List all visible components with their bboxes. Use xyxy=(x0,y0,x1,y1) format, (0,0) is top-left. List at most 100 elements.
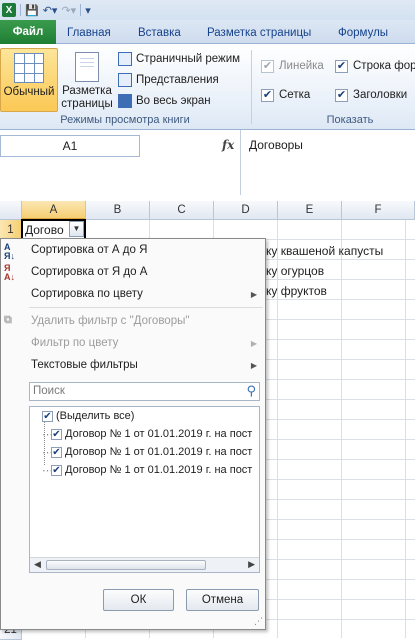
row-header[interactable]: 1 xyxy=(0,220,22,240)
custom-views-button[interactable]: Представления xyxy=(118,71,219,89)
filter-value-item[interactable]: ⋯ ✔ Договор № 1 от 01.01.2019 г. на пост xyxy=(42,444,252,460)
clear-filter-icon: ⧉ xyxy=(4,314,12,326)
filter-search-input[interactable]: Поиск ⚲ xyxy=(29,382,260,401)
redo-icon[interactable]: ↷▾ xyxy=(61,4,76,17)
tree-branch: ⋯ xyxy=(42,428,53,441)
filter-value-item[interactable]: ⋯ ✔ Договор № 1 от 01.01.2019 г. на пост xyxy=(42,426,252,442)
custom-views-icon xyxy=(118,73,132,87)
filter-dropdown-button[interactable]: ▼ xyxy=(69,221,84,237)
select-all-corner[interactable] xyxy=(0,201,22,220)
value-check-icon: ✔ xyxy=(51,464,62,476)
formula-separator xyxy=(240,130,241,195)
submenu-arrow-icon: ▶ xyxy=(250,290,257,299)
save-icon[interactable]: 💾 xyxy=(25,4,39,17)
gridlines-checkbox[interactable]: ✔ Сетка xyxy=(261,86,310,104)
filter-value-label: Договор № 1 от 01.01.2019 г. на пост xyxy=(65,428,253,440)
select-all-item[interactable]: ✔ (Выделить все) xyxy=(42,408,134,424)
page-layout-label-2: страницы xyxy=(61,98,113,110)
filter-value-label: Договор № 1 от 01.01.2019 г. на пост xyxy=(65,464,253,476)
clear-filter-item[interactable]: Удалить фильтр с "Договоры" xyxy=(31,315,189,327)
formula-bar-check-icon: ✔ xyxy=(335,59,348,73)
ribbon-tabs: Файл Главная Вставка Разметка страницы Ф… xyxy=(0,20,415,44)
headings-checkbox[interactable]: ✔ Заголовки xyxy=(335,86,407,104)
custom-views-label: Представления xyxy=(136,74,219,86)
ruler-label: Линейка xyxy=(279,60,324,72)
formula-bar: A1 fx Договоры xyxy=(0,130,415,195)
cell-d4-text: ку фруктов xyxy=(266,284,327,298)
tree-branch: ⋯ xyxy=(42,446,53,459)
filter-value-item[interactable]: ⋯ ✔ Договор № 1 от 01.01.2019 г. на пост xyxy=(42,462,252,478)
filter-value-label: Договор № 1 от 01.01.2019 г. на пост xyxy=(65,446,253,458)
group-separator xyxy=(251,50,252,124)
insert-function-icon[interactable]: fx xyxy=(222,138,234,152)
formula-content[interactable]: Договоры xyxy=(249,138,303,152)
tab-formulas[interactable]: Формулы xyxy=(338,24,388,44)
search-icon: ⚲ xyxy=(246,383,256,398)
column-header-b[interactable]: B xyxy=(86,201,150,220)
tree-branch: ⋯ xyxy=(42,464,53,477)
column-header-a[interactable]: A xyxy=(22,201,86,220)
column-header-f[interactable]: F xyxy=(342,201,415,220)
value-check-icon: ✔ xyxy=(51,446,62,458)
full-screen-button[interactable]: Во весь экран xyxy=(118,92,211,110)
page-layout-view-button[interactable]: Разметка страницы xyxy=(60,48,114,112)
full-screen-label: Во весь экран xyxy=(136,95,211,107)
page-break-label: Страничный режим xyxy=(136,53,241,65)
column-header-e[interactable]: E xyxy=(278,201,342,220)
scroll-left-icon[interactable]: ◀ xyxy=(34,559,41,570)
quick-access-toolbar: X 💾 ↶▾ ↷▾ ▾ xyxy=(0,0,415,20)
name-box[interactable]: A1 xyxy=(0,135,140,157)
sort-by-color-item[interactable]: Сортировка по цвету xyxy=(31,288,143,300)
sort-za-icon: Я А↓ xyxy=(4,263,15,282)
ok-button[interactable]: ОК xyxy=(103,589,174,611)
group-label-show: Показать xyxy=(326,114,374,126)
scroll-right-icon[interactable]: ▶ xyxy=(248,559,255,570)
toolbar-separator xyxy=(20,4,21,16)
text-filters-item[interactable]: Текстовые фильтры xyxy=(31,359,138,371)
normal-view-button[interactable]: Обычный xyxy=(0,48,58,112)
ribbon-view-panel: Обычный Разметка страницы Страничный реж… xyxy=(0,44,415,130)
filter-by-color-item[interactable]: Фильтр по цвету xyxy=(31,337,118,349)
tab-home[interactable]: Главная xyxy=(67,24,111,44)
submenu-arrow-icon: ▶ xyxy=(250,339,257,348)
cell-d3-text: ку огурцов xyxy=(266,264,325,278)
ruler-check-icon: ✔ xyxy=(261,59,274,73)
ruler-checkbox[interactable]: ✔ Линейка xyxy=(261,57,324,75)
tab-file[interactable]: Файл xyxy=(0,20,56,44)
filter-values-list: ✔ (Выделить все) ⋯ ✔ Договор № 1 от 01.0… xyxy=(29,406,260,573)
page-layout-icon xyxy=(75,52,99,82)
horizontal-scrollbar[interactable]: ◀ ▶ xyxy=(30,557,259,572)
group-label-views: Режимы просмотра книги xyxy=(60,114,190,126)
scroll-thumb[interactable] xyxy=(46,560,206,570)
value-check-icon: ✔ xyxy=(51,428,62,440)
excel-app-icon[interactable]: X xyxy=(2,3,16,17)
autofilter-menu: А Я↓ Сортировка от А до Я Я А↓ Сортировка … xyxy=(0,238,266,630)
submenu-arrow-icon: ▶ xyxy=(250,361,257,370)
sort-a-to-z-item[interactable]: Сортировка от А до Я xyxy=(31,244,147,256)
column-header-c[interactable]: C xyxy=(150,201,214,220)
column-header-d[interactable]: D xyxy=(214,201,278,220)
page-break-icon xyxy=(118,52,132,66)
tab-page-layout[interactable]: Разметка страницы xyxy=(207,24,311,44)
undo-icon[interactable]: ↶▾ xyxy=(43,4,58,17)
select-all-check-icon: ✔ xyxy=(42,410,53,422)
cancel-button[interactable]: Отмена xyxy=(186,589,259,611)
tab-insert[interactable]: Вставка xyxy=(138,24,181,44)
menu-separator xyxy=(29,307,263,308)
formula-bar-label: Строка фор xyxy=(353,60,415,72)
page-layout-label-1: Разметка xyxy=(62,85,112,97)
page-break-preview-button[interactable]: Страничный режим xyxy=(118,50,240,68)
cell-d2-text: ку квашеной капусты xyxy=(266,244,384,258)
toolbar-separator xyxy=(80,4,82,16)
sort-z-to-a-item[interactable]: Сортировка от Я до А xyxy=(31,266,147,278)
resize-grip-icon[interactable]: ⋰ xyxy=(254,616,263,627)
customize-icon[interactable]: ▾ xyxy=(85,4,91,17)
normal-view-label: Обычный xyxy=(3,86,55,98)
gridlines-check-icon: ✔ xyxy=(261,88,274,102)
headings-label: Заголовки xyxy=(353,89,408,101)
cell-a1-text: Догово xyxy=(25,223,64,237)
formula-bar-checkbox[interactable]: ✔ Строка фор xyxy=(335,57,415,75)
normal-view-icon xyxy=(14,53,44,83)
search-placeholder: Поиск xyxy=(33,385,65,397)
headings-check-icon: ✔ xyxy=(335,88,348,102)
